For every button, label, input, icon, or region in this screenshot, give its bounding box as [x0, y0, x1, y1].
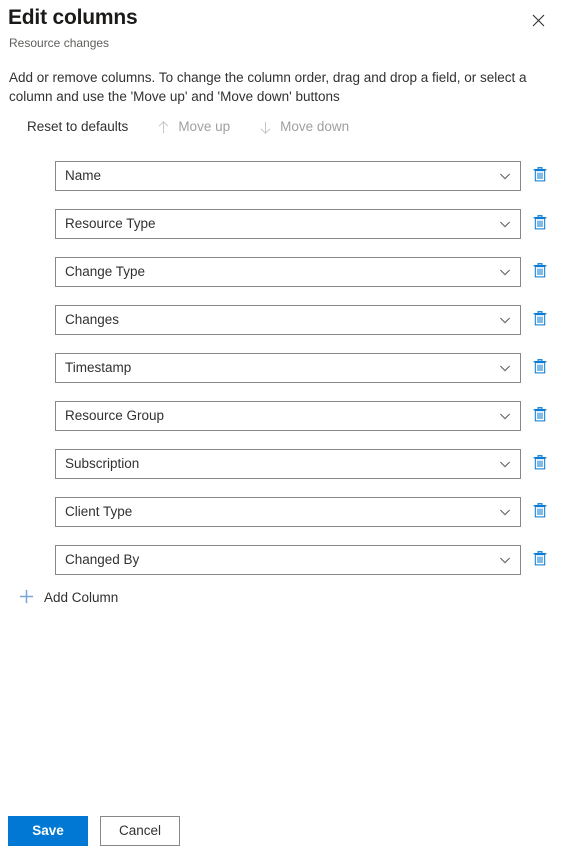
column-select[interactable]: Changed By — [55, 545, 521, 575]
trash-icon — [532, 262, 548, 282]
move-down-label: Move down — [280, 119, 350, 134]
panel-subtitle: Resource changes — [9, 36, 110, 50]
column-row: Resource Group — [55, 401, 555, 449]
delete-column-button[interactable] — [527, 451, 553, 477]
reset-to-defaults-button[interactable]: Reset to defaults — [18, 115, 137, 139]
column-row: Timestamp — [55, 353, 555, 401]
column-row: Subscription — [55, 449, 555, 497]
trash-icon — [532, 550, 548, 570]
close-icon — [532, 14, 545, 27]
column-select[interactable]: Change Type — [55, 257, 521, 287]
trash-icon — [532, 502, 548, 522]
save-button[interactable]: Save — [8, 816, 88, 846]
trash-icon — [532, 310, 548, 330]
reset-to-defaults-label: Reset to defaults — [27, 119, 129, 134]
move-down-button[interactable]: Move down — [249, 115, 358, 139]
column-row: Changed By — [55, 545, 555, 593]
chevron-down-icon — [490, 410, 520, 422]
cancel-button[interactable]: Cancel — [100, 816, 180, 846]
plus-icon — [18, 588, 35, 608]
delete-column-button[interactable] — [527, 547, 553, 573]
column-select-value: Change Type — [65, 264, 146, 279]
add-column-label: Add Column — [44, 590, 119, 605]
column-select-value: Client Type — [65, 504, 133, 519]
add-column-button[interactable]: Add Column — [12, 585, 124, 611]
delete-column-button[interactable] — [527, 403, 553, 429]
column-select[interactable]: Timestamp — [55, 353, 521, 383]
chevron-down-icon — [490, 266, 520, 278]
column-select[interactable]: Changes — [55, 305, 521, 335]
column-select-value: Resource Type — [65, 216, 156, 231]
panel-description: Add or remove columns. To change the col… — [9, 70, 527, 104]
close-button[interactable] — [524, 6, 552, 34]
delete-column-button[interactable] — [527, 259, 553, 285]
chevron-down-icon — [490, 170, 520, 182]
delete-column-button[interactable] — [527, 211, 553, 237]
page-title: Edit columns — [8, 6, 138, 29]
column-row: Changes — [55, 305, 555, 353]
chevron-down-icon — [490, 506, 520, 518]
column-row: Client Type — [55, 497, 555, 545]
move-up-button[interactable]: Move up — [147, 115, 239, 139]
column-select-value: Subscription — [65, 456, 140, 471]
columns-list: Name Resource Type Change Type Changes Times… — [55, 161, 555, 593]
column-select[interactable]: Name — [55, 161, 521, 191]
column-select-value: Changes — [65, 312, 120, 327]
chevron-down-icon — [490, 458, 520, 470]
column-select-value: Resource Group — [65, 408, 165, 423]
delete-column-button[interactable] — [527, 355, 553, 381]
chevron-down-icon — [490, 554, 520, 566]
column-select[interactable]: Resource Type — [55, 209, 521, 239]
column-row: Change Type — [55, 257, 555, 305]
panel-header: Edit columns Resource changes — [0, 0, 562, 56]
trash-icon — [532, 454, 548, 474]
column-select[interactable]: Client Type — [55, 497, 521, 527]
delete-column-button[interactable] — [527, 499, 553, 525]
trash-icon — [532, 214, 548, 234]
column-row: Resource Type — [55, 209, 555, 257]
arrow-up-icon — [156, 120, 171, 135]
column-select[interactable]: Subscription — [55, 449, 521, 479]
command-bar: Reset to defaults Move up Move down — [18, 114, 358, 140]
trash-icon — [532, 358, 548, 378]
trash-icon — [532, 406, 548, 426]
column-row: Name — [55, 161, 555, 209]
move-up-label: Move up — [178, 119, 231, 134]
delete-column-button[interactable] — [527, 163, 553, 189]
footer-actions: Save Cancel — [8, 816, 180, 846]
column-select-value: Name — [65, 168, 102, 183]
trash-icon — [532, 166, 548, 186]
chevron-down-icon — [490, 362, 520, 374]
column-select-value: Changed By — [65, 552, 140, 567]
column-select-value: Timestamp — [65, 360, 132, 375]
arrow-down-icon — [258, 120, 273, 135]
column-select[interactable]: Resource Group — [55, 401, 521, 431]
chevron-down-icon — [490, 314, 520, 326]
chevron-down-icon — [490, 218, 520, 230]
delete-column-button[interactable] — [527, 307, 553, 333]
